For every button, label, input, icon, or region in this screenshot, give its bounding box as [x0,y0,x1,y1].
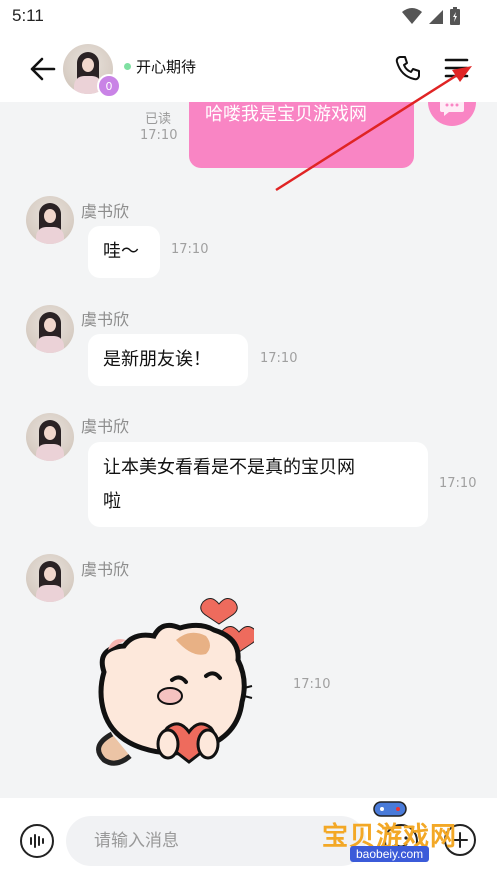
read-status: 已读 [145,112,172,127]
sender-avatar[interactable] [26,305,74,353]
message-text: 哇～ [103,241,139,262]
sender-name: 虞书欣 [81,202,130,221]
back-arrow-icon [30,57,56,81]
more-actions-button[interactable] [444,824,476,856]
own-message-bubble[interactable]: 哈喽我是宝贝游戏网 [189,102,414,168]
sender-avatar[interactable] [26,413,74,461]
contact-name: 开心期待 [136,58,197,76]
message-input[interactable] [66,816,366,866]
sender-name: 虞书欣 [81,310,130,329]
message-time: 17:10 [293,677,331,692]
message-bubble[interactable]: 让本美女看看是不是真的宝贝网 啦 [88,442,428,527]
call-button[interactable] [394,54,422,82]
phone-icon [395,56,420,81]
message-time: 17:10 [439,476,477,491]
own-message-text: 哈喽我是宝贝游戏网 [205,104,367,125]
plus-icon [452,832,468,848]
contact-avatar[interactable]: 0 [63,44,121,98]
signal-icon [429,10,443,24]
message-text-line: 让本美女看看是不是真的宝贝网 [103,457,355,478]
own-avatar[interactable] [428,102,476,126]
message-bubble[interactable]: 是新朋友诶！ [88,334,248,386]
voice-icon [30,834,44,848]
sender-avatar[interactable] [26,554,74,602]
message-text: 是新朋友诶！ [103,349,211,370]
level-badge: 0 [97,74,121,98]
battery-icon [450,7,460,25]
back-button[interactable] [26,52,60,86]
status-bar: 5:11 [0,0,497,36]
menu-icon [444,58,469,78]
message-time: 17:10 [260,351,298,366]
sender-name: 虞书欣 [81,560,130,579]
online-status-dot [124,63,131,70]
message-text-line: 啦 [103,491,121,512]
input-bar [0,798,497,884]
chat-header: 0 开心期待 [0,36,497,102]
emoji-button[interactable] [384,824,418,858]
status-time: 5:11 [12,6,44,25]
more-menu-button[interactable] [443,54,471,82]
voice-input-button[interactable] [20,824,54,858]
message-time: 17:10 [140,128,178,143]
cat-heart-sticker[interactable] [84,584,254,784]
message-list[interactable]: 哈喽我是宝贝游戏网 已读 17:10 虞书欣 哇～ 17:10 虞书欣 是新朋友… [0,102,497,798]
sender-name: 虞书欣 [81,417,130,436]
status-icons [401,6,461,26]
chat-bubble-icon [440,102,464,116]
message-time: 17:10 [171,242,209,257]
sender-avatar[interactable] [26,196,74,244]
emoji-icon [394,836,408,848]
message-bubble[interactable]: 哇～ [88,226,160,278]
wifi-icon [402,8,422,24]
